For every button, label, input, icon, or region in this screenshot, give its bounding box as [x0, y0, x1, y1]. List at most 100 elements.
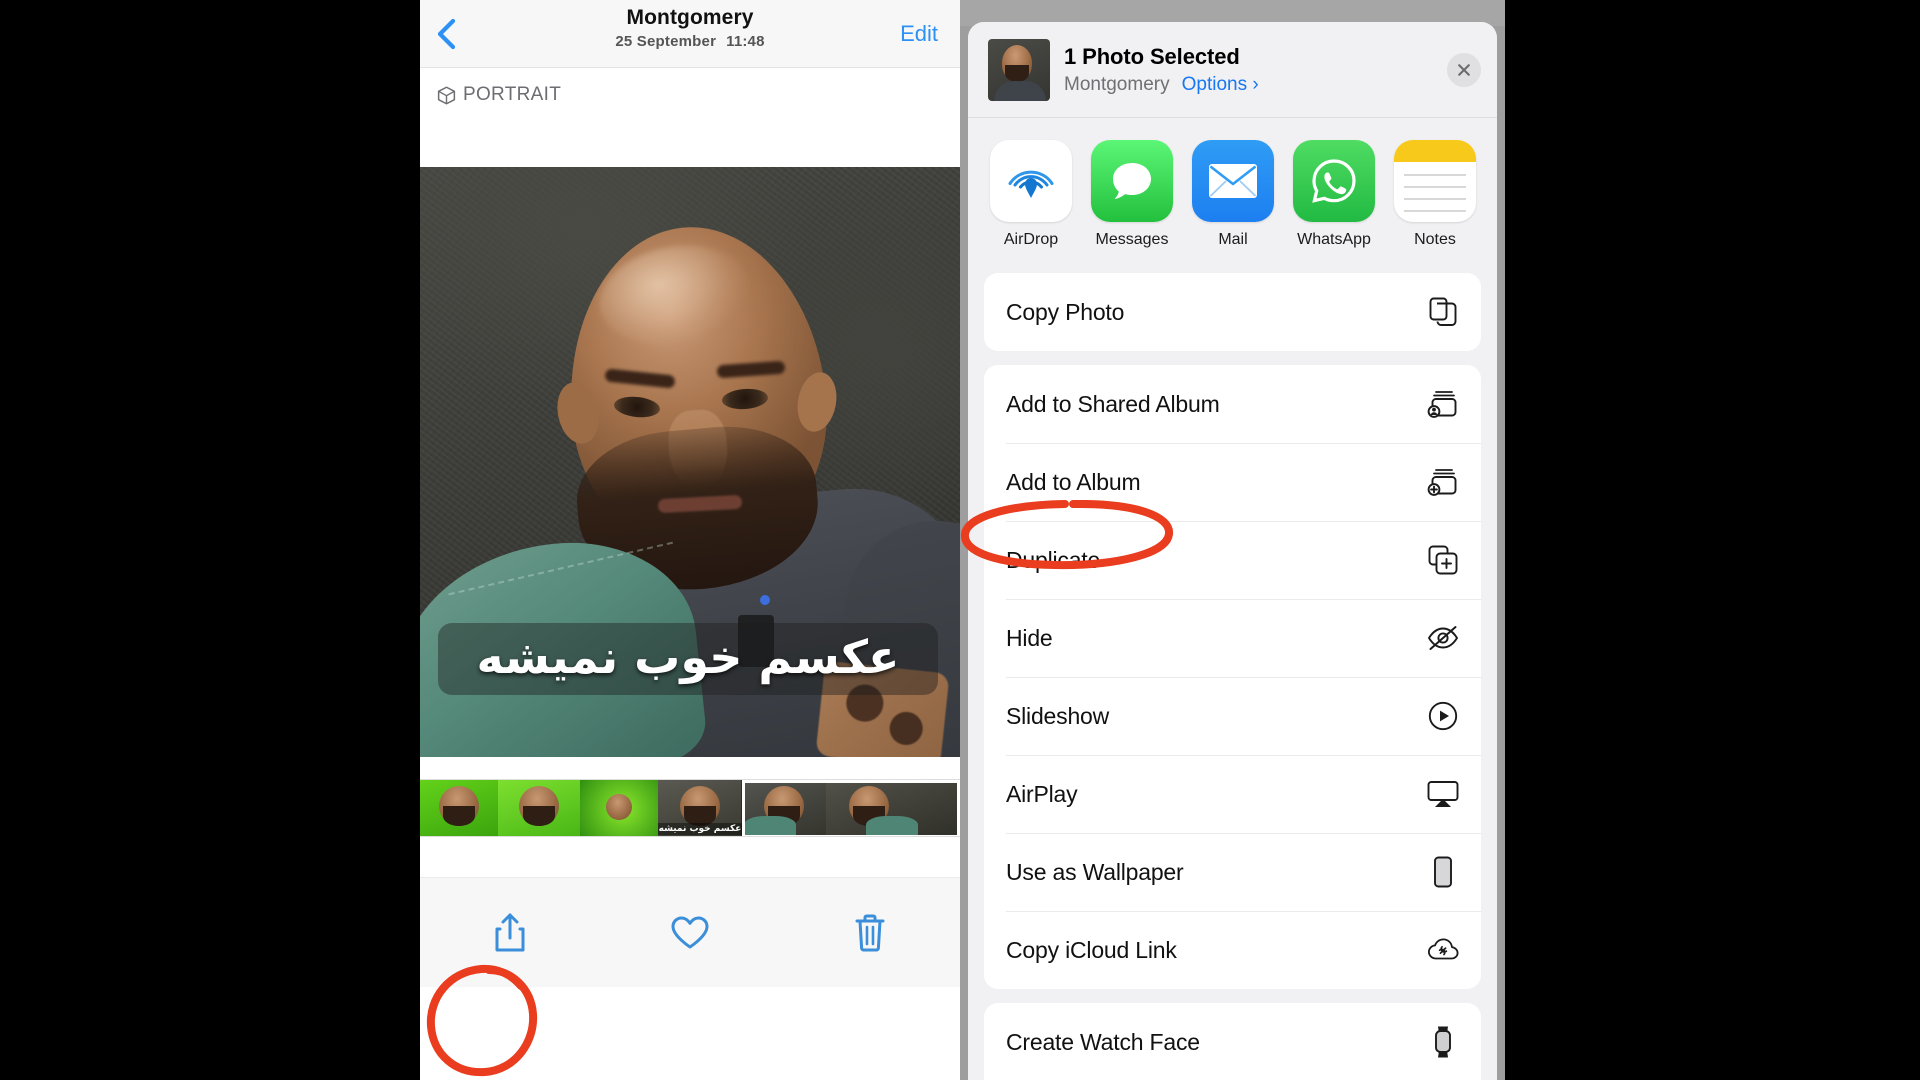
action-group: Add to Shared Album Add to Album Duplica…: [984, 365, 1481, 989]
action-row-hide[interactable]: Hide: [984, 599, 1481, 677]
options-label: Options: [1181, 73, 1248, 95]
main-photo[interactable]: عکسم خوب نمیشه: [420, 167, 960, 757]
filmstrip-beard: [523, 806, 555, 826]
eye-slash-icon: [1427, 622, 1459, 654]
thumbnail-beard: [1005, 64, 1029, 82]
share-target-notes[interactable]: Notes: [1394, 140, 1476, 249]
filmstrip-caption: عکسم خوب نمیشه: [658, 823, 742, 835]
action-label: Add to Album: [1006, 468, 1141, 495]
action-group: Copy Photo: [984, 273, 1481, 351]
share-target-label: WhatsApp: [1297, 231, 1371, 248]
share-target-mail[interactable]: Mail: [1192, 140, 1274, 249]
airdrop-icon: [1008, 170, 1054, 198]
action-label: Slideshow: [1006, 702, 1110, 729]
notes-icon: [1394, 140, 1476, 162]
icloud-link-icon: [1427, 934, 1459, 966]
share-button[interactable]: [480, 903, 540, 963]
watch-icon: [1427, 1026, 1459, 1058]
share-target-label: Notes: [1414, 231, 1456, 248]
action-row-copy-icloud-link[interactable]: Copy iCloud Link: [984, 911, 1481, 989]
edit-button[interactable]: Edit: [900, 21, 938, 47]
subtitle-text: عکسم خوب نمیشه: [476, 629, 900, 684]
delete-button[interactable]: [840, 903, 900, 963]
screenshot-root: Montgomery 25 September 11:48 Edit PORTRA…: [0, 0, 1920, 1080]
selection-title: 1 Photo Selected: [1064, 43, 1240, 69]
close-icon: [1458, 63, 1470, 76]
share-sheet-header-text: 1 Photo Selected Montgomery Options ›: [1064, 44, 1447, 96]
action-row-copy-photo[interactable]: Copy Photo: [984, 273, 1481, 351]
filmstrip-beard: [443, 806, 475, 826]
filmstrip-thumb[interactable]: [420, 780, 498, 836]
action-row-add-to-album[interactable]: Add to Album: [984, 443, 1481, 521]
filmstrip-thumb[interactable]: عکسم خوب نمیشه: [658, 780, 742, 836]
whatsapp-icon: [1312, 159, 1356, 203]
photos-app-panel: Montgomery 25 September 11:48 Edit PORTRA…: [420, 0, 960, 1080]
mail-icon-tile: [1192, 140, 1274, 222]
portrait-label: PORTRAIT: [463, 84, 562, 105]
action-label: Copy Photo: [1006, 298, 1125, 325]
action-label: Use as Wallpaper: [1006, 858, 1184, 885]
subtitle-overlay: عکسم خوب نمیشه: [438, 622, 938, 695]
share-sheet-panel: 1 Photo Selected Montgomery Options › Ai…: [960, 0, 1505, 1080]
share-sheet: 1 Photo Selected Montgomery Options › Ai…: [968, 22, 1497, 1080]
trash-icon: [855, 914, 885, 951]
add-album-icon: [1427, 466, 1459, 498]
album-name: Montgomery: [1064, 73, 1170, 95]
photos-nav-title-block: Montgomery 25 September 11:48: [420, 6, 960, 50]
action-label: Add to Shared Album: [1006, 390, 1220, 417]
share-target-label: Mail: [1218, 231, 1248, 248]
filmstrip-thumb[interactable]: [498, 780, 580, 836]
share-app-row[interactable]: AirDrop Messages Mail WhatsApp Notes: [968, 118, 1497, 259]
iphone-icon: [1427, 856, 1459, 888]
airdrop-icon-tile: [990, 140, 1072, 222]
share-target-label: Messages: [1095, 231, 1169, 248]
share-target-whatsapp[interactable]: WhatsApp: [1293, 140, 1375, 249]
close-button[interactable]: [1447, 52, 1481, 87]
action-label: AirPlay: [1006, 780, 1078, 807]
photo-date: 25 September: [615, 33, 717, 50]
portrait-badge[interactable]: PORTRAIT: [420, 68, 960, 167]
options-button[interactable]: Options ›: [1182, 74, 1259, 96]
back-button[interactable]: [434, 17, 460, 51]
photo-bottom-toolbar: [420, 877, 960, 987]
share-target-messages[interactable]: Messages: [1091, 140, 1173, 249]
airplay-icon: [1427, 778, 1459, 810]
mail-icon: [1209, 164, 1257, 198]
filmstrip-selection-frame[interactable]: [742, 780, 960, 836]
duplicate-icon: [1427, 544, 1459, 576]
notes-icon-tile: [1394, 140, 1476, 222]
shared-album-icon: [1427, 388, 1459, 420]
filmstrip-face: [606, 794, 632, 820]
chevron-left-icon: [437, 18, 456, 49]
filmstrip-thumb[interactable]: [580, 780, 658, 836]
action-row-duplicate[interactable]: Duplicate: [984, 521, 1481, 599]
action-row-create-watch-face[interactable]: Create Watch Face: [984, 1003, 1481, 1080]
action-row-use-as-wallpaper[interactable]: Use as Wallpaper: [984, 833, 1481, 911]
filmstrip[interactable]: عکسم خوب نمیشه: [420, 779, 960, 837]
action-label: Duplicate: [1006, 546, 1101, 573]
action-label: Hide: [1006, 624, 1053, 651]
share-target-airdrop[interactable]: AirDrop: [990, 140, 1072, 249]
photo-time: 11:48: [726, 33, 765, 50]
share-action-groups: Copy Photo Add to Shared Album Add to Al…: [968, 259, 1497, 1080]
portrait-badge-inner: PORTRAIT: [436, 84, 561, 106]
action-label: Create Watch Face: [1006, 1028, 1200, 1055]
photo-shirt-logo: [760, 595, 770, 605]
play-circle-icon: [1427, 700, 1459, 732]
portrait-cube-icon: [437, 86, 456, 104]
chevron-right-icon: ›: [1252, 73, 1259, 95]
photos-nav-bar: Montgomery 25 September 11:48 Edit: [420, 0, 960, 68]
whatsapp-icon-tile: [1293, 140, 1375, 222]
favorite-button[interactable]: [660, 903, 720, 963]
share-sheet-header: 1 Photo Selected Montgomery Options ›: [968, 22, 1497, 118]
action-row-slideshow[interactable]: Slideshow: [984, 677, 1481, 755]
photo-date-time: 25 September 11:48: [420, 33, 960, 50]
thumbnail-body: [994, 80, 1046, 101]
page-title: Montgomery: [626, 6, 754, 29]
heart-icon: [671, 916, 709, 948]
action-row-airplay[interactable]: AirPlay: [984, 755, 1481, 833]
copy-icon: [1427, 296, 1459, 328]
share-icon: [495, 913, 525, 951]
selected-photo-thumbnail[interactable]: [988, 38, 1050, 101]
action-row-add-to-shared-album[interactable]: Add to Shared Album: [984, 365, 1481, 443]
